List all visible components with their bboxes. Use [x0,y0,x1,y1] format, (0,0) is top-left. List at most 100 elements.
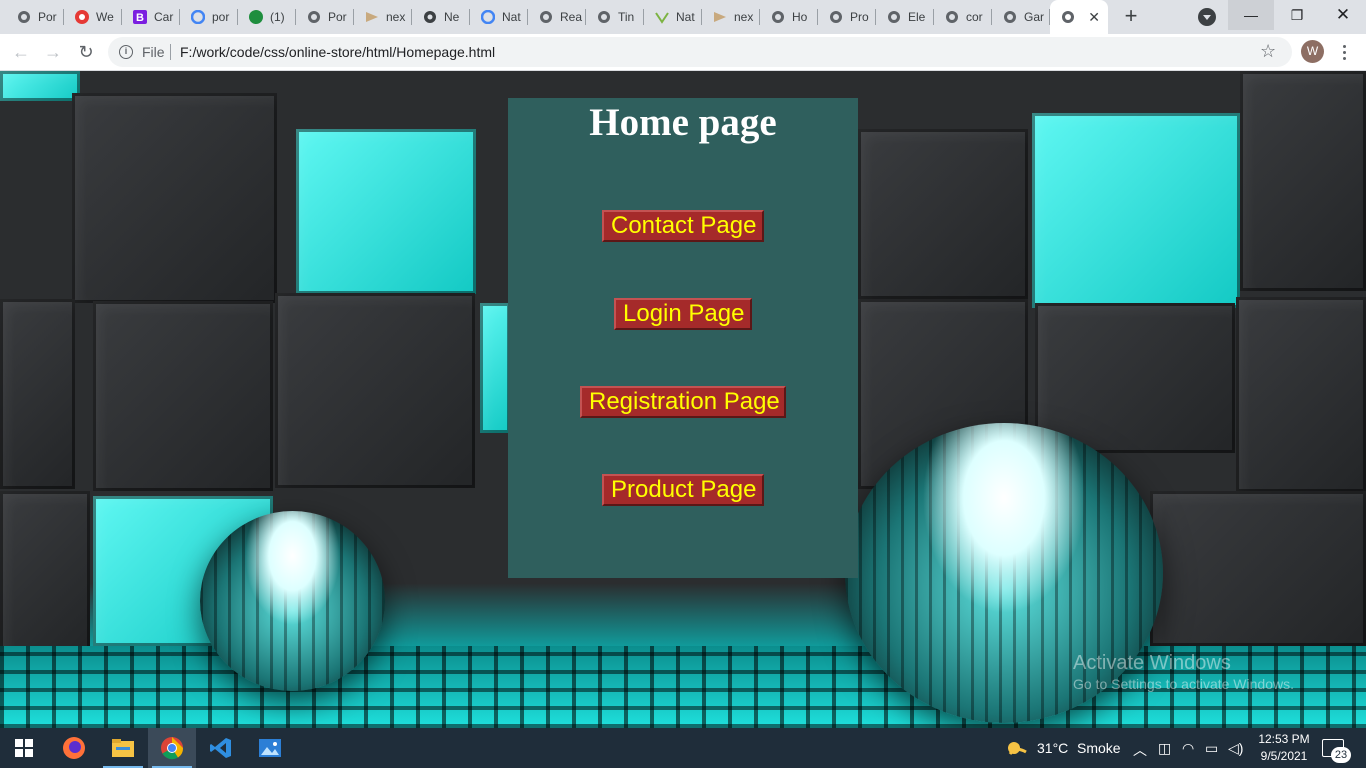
url-text[interactable]: F:/work/code/css/online-store/html/Homep… [180,44,495,60]
browser-tab[interactable]: Ele [876,0,934,34]
contact-page-button[interactable]: Contact Page [602,210,764,242]
bookmark-star-icon[interactable]: ☆ [1260,41,1276,62]
battery-icon[interactable]: ▭ [1205,740,1218,757]
wifi-icon[interactable]: ◠ [1182,740,1194,757]
maximize-button[interactable]: ❐ [1274,0,1320,30]
weather-icon[interactable] [1006,738,1028,758]
start-button[interactable] [0,728,48,768]
tab-title: Pro [850,10,869,24]
file-explorer-taskbar-button[interactable] [99,728,147,768]
browser-tab[interactable]: Por [6,0,64,34]
photos-icon [259,739,281,757]
tab-search-icon[interactable] [1198,8,1216,26]
tab-strip: Por We B Car por (1) Por nex Ne Nat Rea T… [0,0,1366,34]
vscode-taskbar-button[interactable] [197,728,245,768]
registration-page-button[interactable]: Registration Page [580,386,786,418]
background-cube [296,129,476,294]
tab-title: nex [386,10,406,24]
browser-tab-active[interactable]: ✕ [1050,0,1108,34]
photos-taskbar-button[interactable] [246,728,294,768]
meet-now-icon[interactable]: ◫ [1158,740,1171,757]
globe-icon [538,9,554,25]
globe-icon [1060,9,1076,25]
chrome-taskbar-button[interactable] [148,728,196,768]
red-app-icon [74,9,90,25]
browser-tab[interactable]: Tin [586,0,644,34]
globe-icon [16,9,32,25]
tab-title: nex [734,10,754,24]
tab-title: Rea [560,10,583,24]
browser-menu-icon[interactable] [1336,40,1352,64]
browser-tab[interactable]: nex [354,0,412,34]
volume-icon[interactable]: ◁) [1228,740,1243,757]
firefox-icon [63,737,85,759]
background-cube [72,93,277,303]
browser-tab[interactable]: nex [702,0,760,34]
tab-title: cor [966,10,983,24]
browser-tab[interactable]: Ho [760,0,818,34]
arrow-icon [364,9,380,25]
globe-icon [770,9,786,25]
firefox-taskbar-button[interactable] [50,728,98,768]
tab-title: Ele [908,10,926,24]
green-badge-icon [248,9,264,25]
close-tab-icon[interactable]: ✕ [1088,9,1100,26]
forward-arrow-icon[interactable]: → [41,40,65,64]
browser-tab[interactable]: cor [934,0,992,34]
address-bar[interactable]: i File F:/work/code/css/online-store/htm… [108,37,1292,67]
globe-icon [306,9,322,25]
system-clock[interactable]: 12:53 PM 9/5/2021 [1254,731,1314,765]
product-page-button[interactable]: Product Page [602,474,764,506]
browser-tab[interactable]: Ne [412,0,470,34]
background-cube [0,491,90,651]
browser-tab[interactable]: Gar [992,0,1050,34]
tab-title: (1) [270,10,285,24]
minimize-button[interactable]: — [1228,0,1274,30]
close-window-button[interactable]: ✕ [1320,0,1366,30]
background-cube [1032,113,1240,308]
weather-temperature[interactable]: 31°C [1037,728,1068,768]
login-page-button[interactable]: Login Page [614,298,752,330]
info-icon[interactable]: i [119,45,133,59]
page-viewport: Home page Contact Page Login Page Regist… [0,71,1366,728]
activation-watermark-title: Activate Windows [1073,652,1231,674]
tab-title: Nat [502,10,521,24]
browser-tab[interactable]: Nat [470,0,528,34]
weather-condition[interactable]: Smoke [1077,728,1121,768]
back-arrow-icon[interactable]: ← [9,40,33,64]
tab-title: Tin [618,10,635,24]
background-cube [0,71,80,101]
tab-title: Car [154,10,174,24]
address-divider [170,44,171,60]
chevron-up-icon[interactable]: ︿ [1133,740,1147,760]
google-icon [480,9,496,25]
windows-logo-icon [15,739,33,757]
profile-avatar[interactable]: W [1301,40,1324,63]
notification-count-badge: 23 [1331,747,1351,763]
background-cube [1150,491,1366,646]
home-panel: Home page Contact Page Login Page Regist… [508,98,858,578]
new-tab-button[interactable]: + [1119,5,1143,29]
b-letter-icon: B [132,9,148,25]
tab-title: We [96,10,114,24]
background-cube [1236,297,1366,492]
google-icon [190,9,206,25]
browser-tab[interactable]: Nat [644,0,702,34]
tab-title: Ne [444,10,460,24]
browser-tab[interactable]: B Car [122,0,180,34]
browser-tab[interactable]: We [64,0,122,34]
background-cube [1240,71,1366,291]
arrow-icon [712,9,728,25]
background-cube [480,303,510,433]
globe-icon [944,9,960,25]
reload-icon[interactable]: ↻ [74,40,98,64]
browser-tab[interactable]: Rea [528,0,586,34]
browser-tab[interactable]: Por [296,0,354,34]
browser-tab[interactable]: (1) [238,0,296,34]
tab-title: Ho [792,10,808,24]
folder-icon [112,739,134,757]
browser-toolbar: ← → ↻ i File F:/work/code/css/online-sto… [0,34,1366,71]
chrome-icon [161,737,184,760]
browser-tab[interactable]: Pro [818,0,876,34]
browser-tab[interactable]: por [180,0,238,34]
